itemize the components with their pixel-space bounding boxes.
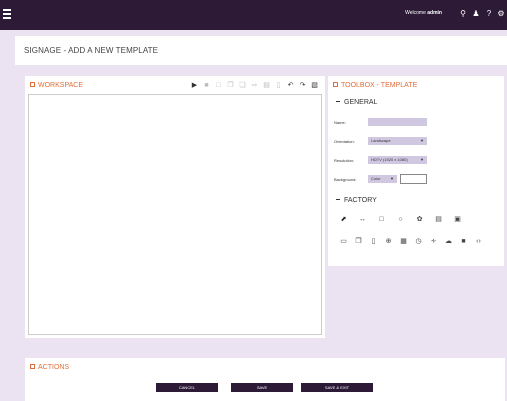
toolbox-panel: TOOLBOX - TEMPLATE GENERAL Name: Orienta… bbox=[328, 76, 504, 266]
rss-icon[interactable]: ∻ bbox=[428, 236, 439, 247]
toolbox-title: TOOLBOX - TEMPLATE bbox=[341, 82, 418, 89]
workspace-heading[interactable]: WORKSPACE bbox=[30, 82, 83, 89]
top-navigation-bar: Welcome admin ⚲ ♟ ? ⚙ bbox=[0, 0, 507, 30]
trash-icon[interactable]: ▧ bbox=[310, 81, 319, 90]
workspace-canvas[interactable] bbox=[28, 94, 322, 335]
chevron-down-icon: ▼ bbox=[390, 176, 394, 181]
stop-icon[interactable]: ■ bbox=[202, 81, 211, 90]
background-select[interactable]: Color ▼ bbox=[368, 175, 397, 183]
collapse-icon[interactable] bbox=[30, 364, 35, 369]
collapse-dash-icon bbox=[336, 199, 340, 200]
document-icon[interactable]: ▯ bbox=[368, 236, 379, 247]
chevron-down-icon: ▼ bbox=[420, 157, 424, 162]
collapse-icon[interactable] bbox=[333, 82, 338, 87]
image-icon[interactable]: ▣ bbox=[452, 214, 463, 225]
rectangle-icon[interactable]: □ bbox=[376, 214, 387, 225]
actions-heading[interactable]: ACTIONS bbox=[30, 364, 69, 371]
general-section-heading[interactable]: GENERAL bbox=[336, 99, 377, 106]
general-heading: GENERAL bbox=[344, 99, 378, 106]
slideshow-icon[interactable]: ❐ bbox=[353, 236, 364, 247]
play-icon[interactable]: ▶ bbox=[190, 81, 199, 90]
export-icon[interactable]: ⇨ bbox=[250, 81, 259, 90]
text-icon[interactable]: ▤ bbox=[433, 214, 444, 225]
background-color-picker[interactable] bbox=[400, 174, 427, 184]
workspace-title: WORKSPACE bbox=[38, 82, 83, 89]
help-icon[interactable]: ? bbox=[484, 9, 494, 19]
factory-row-2: ▭ ❐ ▯ ⊕ ▦ ◷ ∻ ☁ ■ ‹› bbox=[338, 236, 488, 247]
pointer-icon[interactable]: ⬈ bbox=[338, 214, 349, 225]
save-icon[interactable]: □ bbox=[214, 81, 223, 90]
resolution-value: HDTV (1920 x 1080) bbox=[371, 157, 408, 162]
name-input[interactable] bbox=[368, 118, 427, 126]
welcome-text: Welcome admin bbox=[405, 10, 442, 16]
orientation-select[interactable]: Landscape ▼ bbox=[368, 137, 427, 145]
code-icon[interactable]: ‹› bbox=[473, 236, 484, 247]
welcome-prefix: Welcome bbox=[405, 10, 426, 16]
username[interactable]: admin bbox=[427, 10, 442, 16]
hamburger-menu-icon[interactable] bbox=[3, 9, 11, 19]
line-icon[interactable]: ↔ bbox=[357, 214, 368, 225]
circle-icon[interactable]: ○ bbox=[395, 214, 406, 225]
background-value: Color bbox=[371, 176, 381, 181]
clock-icon[interactable]: ◷ bbox=[413, 236, 424, 247]
resolution-label: Resolution: bbox=[334, 158, 355, 163]
save-button[interactable]: SAVE bbox=[231, 383, 293, 392]
factory-heading: FACTORY bbox=[344, 197, 377, 204]
toolbox-heading[interactable]: TOOLBOX - TEMPLATE bbox=[333, 82, 417, 89]
redo-icon[interactable]: ↷ bbox=[298, 81, 307, 90]
orientation-label: Orientation: bbox=[334, 139, 355, 144]
media-icon[interactable]: ■ bbox=[458, 236, 469, 247]
calendar-icon[interactable]: ▦ bbox=[398, 236, 409, 247]
weather-icon[interactable]: ☁ bbox=[443, 236, 454, 247]
collapse-dash-icon bbox=[336, 101, 340, 102]
workspace-panel: WORKSPACE ▶ ■ □ ❐ ❏ ⇨ ▤ ▯ ↶ ↷ ▧ bbox=[25, 76, 325, 338]
chevron-down-icon: ▼ bbox=[420, 138, 424, 143]
paste-icon[interactable]: ❏ bbox=[238, 81, 247, 90]
save-exit-button[interactable]: SAVE & EXIT bbox=[301, 383, 373, 392]
video-icon[interactable]: ▭ bbox=[338, 236, 349, 247]
workspace-toolbar: ▶ ■ □ ❐ ❏ ⇨ ▤ ▯ ↶ ↷ ▧ bbox=[190, 81, 319, 90]
orientation-value: Landscape bbox=[371, 138, 391, 143]
actions-panel: ACTIONS CANCEL SAVE SAVE & EXIT bbox=[25, 358, 505, 401]
document-icon[interactable]: ▯ bbox=[274, 81, 283, 90]
factory-row-1: ⬈ ↔ □ ○ ✿ ▤ ▣ bbox=[338, 214, 471, 225]
actions-title: ACTIONS bbox=[38, 364, 70, 371]
page-title: SIGNAGE - ADD A NEW TEMPLATE bbox=[24, 46, 159, 55]
settings-icon[interactable]: ⚙ bbox=[496, 9, 506, 19]
undo-icon[interactable]: ↶ bbox=[286, 81, 295, 90]
factory-section-heading[interactable]: FACTORY bbox=[336, 197, 377, 204]
cancel-button[interactable]: CANCEL bbox=[156, 383, 218, 392]
background-label: Background: bbox=[334, 177, 357, 182]
web-icon[interactable]: ⊕ bbox=[383, 236, 394, 247]
resolution-select[interactable]: HDTV (1920 x 1080) ▼ bbox=[368, 156, 427, 164]
clipboard-icon[interactable]: ▤ bbox=[262, 81, 271, 90]
name-label: Name: bbox=[334, 120, 346, 125]
copy-icon[interactable]: ❐ bbox=[226, 81, 235, 90]
user-icon[interactable]: ♟ bbox=[471, 9, 481, 19]
collapse-icon[interactable] bbox=[30, 82, 35, 87]
page-header: SIGNAGE - ADD A NEW TEMPLATE bbox=[15, 36, 507, 65]
search-icon[interactable]: ⚲ bbox=[458, 9, 468, 19]
shape-icon[interactable]: ✿ bbox=[414, 214, 425, 225]
